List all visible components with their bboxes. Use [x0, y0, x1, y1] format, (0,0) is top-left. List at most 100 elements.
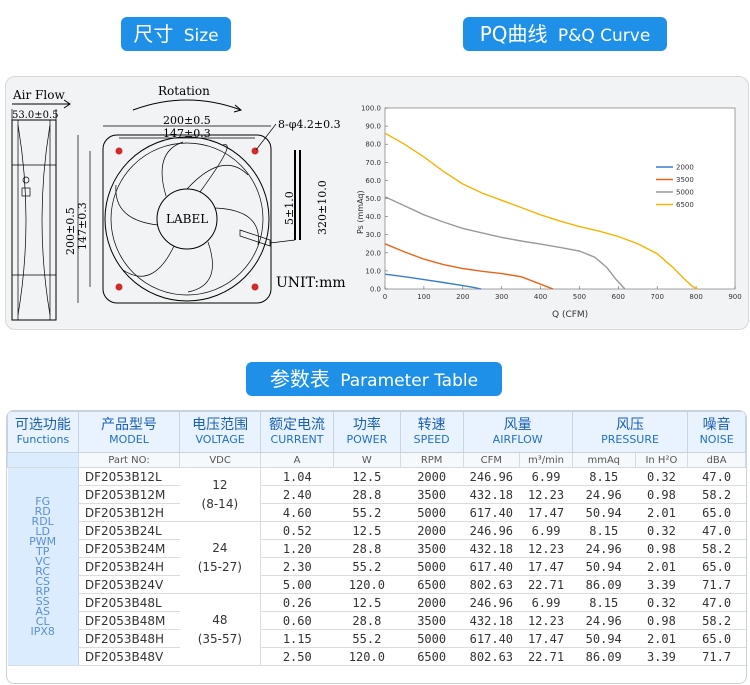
outer-width-dimension: 200±0.5 — [163, 114, 211, 127]
model-cell: DF2053B12L — [78, 467, 180, 486]
unit-cell: CFM — [462, 452, 521, 468]
table-row: DF2053B24V 5.00 120.0 6500 802.63 22.71 86.09 3… — [8, 575, 746, 594]
mmaq-cell: 24.96 — [572, 485, 636, 504]
cfm-cell: 432.18 — [463, 539, 520, 558]
current-cell: 2.50 — [260, 647, 334, 666]
x-tick-label: 900 — [728, 293, 741, 301]
voltage-nominal: 24 — [212, 540, 228, 555]
curve-heading-en: P&Q Curve — [557, 26, 651, 46]
curve-heading-cn: PQ曲线 — [479, 22, 548, 46]
current-cell: 2.30 — [260, 557, 334, 576]
hole-width-dimension: 147±0.3 — [163, 127, 211, 140]
power-cell: 120.0 — [333, 575, 401, 594]
table-heading: 参数表 Parameter Table — [246, 362, 502, 396]
thickness-dimension: 53.0±0.5 — [12, 110, 59, 121]
inh2o-cell: 2.01 — [635, 557, 688, 576]
current-cell: 0.60 — [260, 611, 334, 630]
chart-grid — [384, 107, 736, 290]
unit-label: UNIT:mm — [276, 275, 346, 291]
speed-cell: 6500 — [400, 575, 464, 594]
mmaq-cell: 86.09 — [572, 647, 636, 666]
current-cell: 0.26 — [260, 593, 334, 612]
current-cell: 1.20 — [260, 539, 334, 558]
current-cell: 5.00 — [260, 575, 334, 594]
table-row: DF2053B12M 2.40 28.8 3500 432.18 12.23 24.96 0.… — [8, 485, 746, 504]
power-cell: 120.0 — [333, 647, 401, 666]
x-tick-label: 100 — [417, 293, 430, 301]
speed-cell: 6500 — [400, 647, 464, 666]
function-item: IPX8 — [30, 624, 55, 638]
cfm-cell: 432.18 — [463, 611, 520, 630]
header-functions: 可选功能 Functions — [7, 411, 79, 453]
power-cell: 55.2 — [333, 629, 401, 648]
mmaq-cell: 50.94 — [572, 629, 636, 648]
m3-cell: 12.23 — [519, 611, 573, 630]
unit-cell: In H²O — [634, 452, 689, 468]
cfm-cell: 432.18 — [463, 485, 520, 504]
mmaq-cell: 8.15 — [572, 593, 636, 612]
noise-cell: 58.2 — [687, 485, 746, 504]
noise-cell: 47.0 — [687, 521, 746, 540]
power-cell: 28.8 — [333, 611, 401, 630]
noise-cell: 47.0 — [687, 593, 746, 612]
lead-strip-dimension: 5±1.0 — [283, 191, 296, 225]
power-cell: 28.8 — [333, 485, 401, 504]
speed-cell: 2000 — [400, 521, 464, 540]
y-tick-label: 70.0 — [365, 159, 381, 167]
cfm-cell: 617.40 — [463, 503, 520, 522]
m3-cell: 22.71 — [519, 647, 573, 666]
y-tick-label: 50.0 — [365, 195, 381, 203]
mmaq-cell: 50.94 — [572, 503, 636, 522]
table-row: DF2053B48M 0.60 28.8 3500 432.18 12.23 24.96 0.… — [8, 611, 746, 630]
x-tick-label: 500 — [573, 293, 586, 301]
y-tick-label: 20.0 — [365, 249, 381, 257]
units-spacer — [7, 452, 79, 468]
table-heading-cn: 参数表 — [269, 367, 330, 391]
speed-cell: 5000 — [400, 503, 464, 522]
y-tick-label: 80.0 — [365, 141, 381, 149]
m3-cell: 17.47 — [519, 557, 573, 576]
mmaq-cell: 50.94 — [572, 557, 636, 576]
fan-label-text: LABEL — [166, 212, 208, 226]
power-cell: 12.5 — [333, 593, 401, 612]
table-body: FG RD RDL LD PWM TP VC RC CS RP SS AS CL IPX8 DF2053B1… — [7, 467, 746, 666]
noise-cell: 71.7 — [687, 647, 746, 666]
power-cell: 12.5 — [333, 521, 401, 540]
inh2o-cell: 3.39 — [635, 647, 688, 666]
noise-cell: 58.2 — [687, 611, 746, 630]
y-tick-label: 60.0 — [365, 177, 381, 185]
unit-cell: Part NO: — [77, 452, 181, 468]
cfm-cell: 802.63 — [463, 575, 520, 594]
unit-cell: m³/min — [519, 452, 573, 468]
voltage-cell: 48 (35-57) — [179, 593, 262, 666]
inh2o-cell: 3.39 — [635, 575, 688, 594]
inh2o-cell: 0.98 — [635, 539, 688, 558]
mmaq-cell: 24.96 — [572, 539, 636, 558]
noise-cell: 71.7 — [687, 575, 746, 594]
y-axis-label: Ps (mmAq) — [356, 190, 365, 234]
fan-side-view — [11, 119, 57, 321]
y-axis-ticks: 0.0 10.0 20.0 30.0 40.0 50.0 60.0 70.0 80.0 90.0 1… — [361, 105, 388, 294]
speed-cell: 2000 — [400, 467, 464, 486]
current-cell: 1.15 — [260, 629, 334, 648]
m3-cell: 12.23 — [519, 485, 573, 504]
power-cell: 12.5 — [333, 467, 401, 486]
mmaq-cell: 24.96 — [572, 611, 636, 630]
inh2o-cell: 0.98 — [635, 485, 688, 504]
header-power: 功率 POWER — [332, 411, 401, 453]
y-tick-label: 30.0 — [365, 231, 381, 239]
x-tick-label: 400 — [534, 293, 547, 301]
header-airflow: 风量 AIRFLOW — [462, 411, 573, 453]
model-cell: DF2053B12H — [78, 503, 180, 522]
cfm-cell: 246.96 — [463, 593, 520, 612]
model-cell: DF2053B48V — [78, 647, 180, 666]
model-cell: DF2053B48L — [78, 593, 180, 612]
inh2o-cell: 2.01 — [635, 503, 688, 522]
size-heading: 尺寸 Size — [121, 17, 231, 51]
voltage-range: (35-57) — [197, 631, 242, 646]
legend-label-3500: 3500 — [676, 176, 694, 184]
y-tick-label: 40.0 — [365, 213, 381, 221]
m3-cell: 22.71 — [519, 575, 573, 594]
header-current: 额定电流 CURRENT — [260, 411, 334, 453]
table-heading-en: Parameter Table — [340, 371, 479, 391]
